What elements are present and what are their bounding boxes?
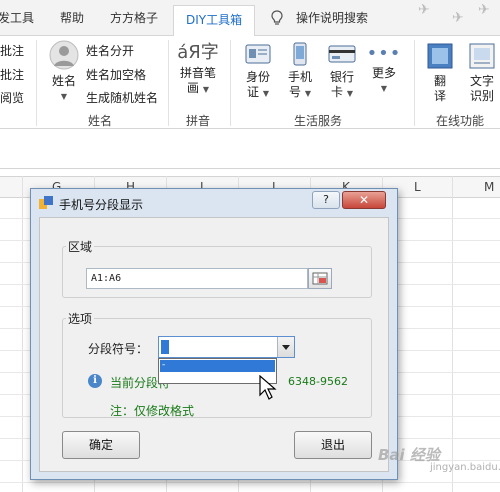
mouse-cursor-icon [259,375,277,400]
more-dots-icon: ••• [366,43,402,64]
id-card-label: 身份 [245,70,270,84]
translate-button[interactable]: 翻 译 [422,42,458,104]
grid-line [22,176,23,492]
chevron-down-icon: ▼ [380,84,388,93]
grid-line [0,482,500,483]
more-label: 更多 [371,66,396,80]
name-add-space-item[interactable]: 姓名加空格 [86,66,146,83]
baidu-watermark-url: jingyan.baidu.com [430,462,500,473]
ok-button[interactable]: 确定 [62,431,140,459]
comment-item[interactable]: 批注 [0,42,24,59]
online-group-label: 在线功能 [436,114,485,128]
phone-label-2: 号 [289,85,302,99]
pinyin-button-label: 拼音笔 [179,66,216,80]
separator-select[interactable] [158,336,295,358]
name-group-label: 姓名 [88,114,113,128]
chevron-down-icon: ▼ [346,89,353,98]
range-input[interactable]: A1:A6 [86,268,308,289]
formula-bar-area [0,129,500,169]
bank-card-label: 银行 [329,70,354,84]
pinyin-stroke-button[interactable]: áЯ字 拼音笔 画 ▼ [174,40,222,97]
ribbon-separator [36,40,37,126]
pinyin-button-label-2: 画 [187,81,200,95]
dialog-title-bar[interactable]: 手机号分段显示 ? ✕ [31,189,397,217]
bank-card-label-2: 卡 [331,85,344,99]
lightbulb-icon [271,10,283,25]
grid-line [452,176,453,492]
translate-label: 翻 [433,74,446,88]
tab-developer-tools[interactable]: 发工具 [0,9,34,26]
search-instructions[interactable]: 操作说明搜索 [296,9,368,26]
ribbon-separator [168,40,169,126]
info-icon: i [88,374,102,388]
comment-item[interactable]: 批注 [0,66,24,83]
selected-value-highlight [161,340,169,354]
phone-number-button[interactable]: 手机 号 ▼ [282,42,318,101]
ribbon: 批注 批注 阅览 姓名 ▼ 姓名分开 姓名加空格 生成随机姓名 姓名 áЯ字 拼… [0,36,500,129]
phone-label: 手机 [287,70,312,84]
id-card-label-2: 证 [247,85,260,99]
pinyin-icon: áЯ字 [177,42,219,63]
phone-segment-dialog: 手机号分段显示 ? ✕ 区域 A1:A6 选项 分段符号： i 当前分段符 63… [30,188,398,480]
decorative-paperplane-icon: ✈ [478,2,490,18]
person-icon [49,40,79,70]
tab-diy-toolbox[interactable]: DIY工具箱 [173,5,256,37]
chevron-down-icon: ▼ [304,89,311,98]
split-name-item[interactable]: 姓名分开 [86,42,134,59]
decorative-paperplane-icon: ✈ [452,10,464,26]
column-header[interactable]: M [484,180,494,194]
dialog-title: 手机号分段显示 [59,198,144,212]
ribbon-tab-bar: 发工具 帮助 方方格子 DIY工具箱 操作说明搜索 ✈ ✈ ✈ [0,0,500,37]
text-recognition-icon [469,43,495,69]
bank-card-button[interactable]: 银行 卡 ▼ [322,42,362,101]
id-card-button[interactable]: 身份 证 ▼ [238,42,278,101]
range-select-icon [312,272,328,285]
life-services-group-label: 生活服务 [294,114,343,128]
more-button[interactable]: ••• 更多 ▼ [366,42,402,96]
chevron-down-icon: ▼ [60,92,68,101]
random-name-item[interactable]: 生成随机姓名 [86,89,158,106]
help-button[interactable]: ? [312,191,340,209]
mobile-phone-icon [293,42,307,66]
tab-fangfang-gezi[interactable]: 方方格子 [110,9,158,26]
translate-icon [427,43,453,69]
id-card-icon [245,44,271,64]
note-text: 注：仅修改格式 [110,404,195,418]
decorative-paperplane-icon: ✈ [418,2,430,18]
options-group-label: 选项 [66,310,95,327]
chevron-down-icon: ▼ [262,89,269,98]
dropdown-option[interactable]: - [160,360,275,372]
separator-label: 分段符号： [88,342,149,356]
ribbon-separator [414,40,415,126]
name-button-label: 姓名 [51,74,76,88]
review-item[interactable]: 阅览 [0,89,24,106]
close-button[interactable]: ✕ [342,191,386,209]
ocr-button[interactable]: 文字 识别 [464,42,500,104]
phone-sample-text: 6348-9562 [288,375,348,388]
ocr-label-2: 识别 [469,89,494,103]
column-header[interactable]: L [414,180,421,194]
range-group-label: 区域 [66,238,95,255]
dropdown-button[interactable] [277,337,294,357]
pinyin-group-label: 拼音 [186,114,211,128]
tab-help[interactable]: 帮助 [60,9,84,26]
exit-button[interactable]: 退出 [294,431,372,459]
chevron-down-icon: ▼ [202,85,209,94]
dialog-body: 区域 A1:A6 选项 分段符号： i 当前分段符 6348-9562 注：仅修… [39,217,389,472]
translate-label-2: 译 [433,89,446,103]
bank-card-icon [328,45,356,63]
ribbon-separator [230,40,231,126]
range-picker-button[interactable] [308,268,332,289]
ocr-label: 文字 [469,74,494,88]
name-button[interactable]: 姓名 ▼ [42,40,86,104]
app-icon [39,196,53,209]
chevron-down-icon [282,345,290,350]
